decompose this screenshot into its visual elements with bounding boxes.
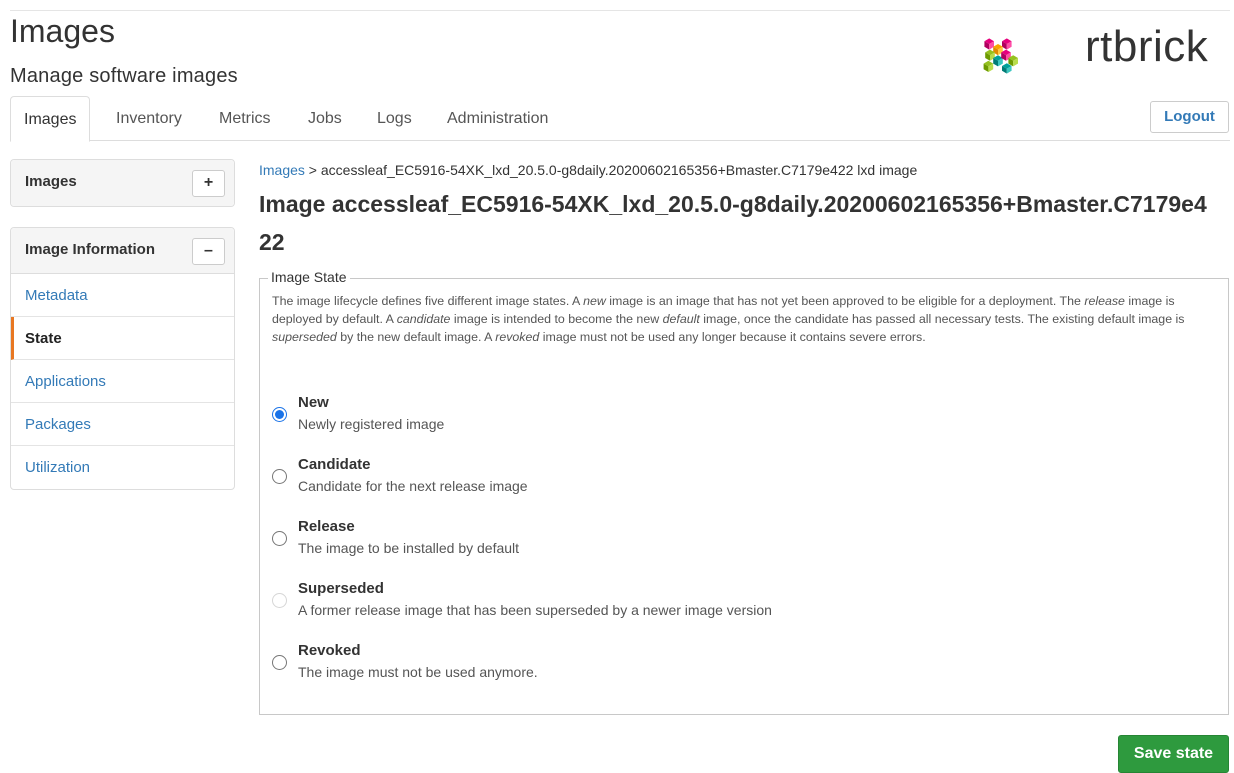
sidebar-item-utilization[interactable]: Utilization bbox=[11, 446, 234, 489]
page-subtitle: Manage software images bbox=[10, 65, 238, 87]
rtbrick-cube-logo-icon bbox=[983, 38, 1018, 74]
option-description: The image must not be used anymore. bbox=[298, 664, 538, 680]
breadcrumb: Images > accessleaf_EC5916-54XK_lxd_20.5… bbox=[259, 162, 917, 178]
sidebar-item-packages[interactable]: Packages bbox=[11, 403, 234, 446]
option-description: A former release image that has been sup… bbox=[298, 602, 772, 618]
page-title: Images bbox=[10, 13, 115, 49]
state-option-superseded: Superseded A former release image that h… bbox=[272, 580, 1172, 624]
radio-release[interactable] bbox=[272, 531, 287, 546]
option-title: New bbox=[298, 394, 329, 411]
state-option-revoked[interactable]: Revoked The image must not be used anymo… bbox=[272, 642, 1172, 686]
option-title: Revoked bbox=[298, 642, 361, 659]
breadcrumb-separator: > bbox=[304, 162, 321, 178]
option-title: Candidate bbox=[298, 456, 371, 473]
option-description: The image to be installed by default bbox=[298, 540, 520, 556]
image-state-legend: Image State bbox=[268, 269, 350, 285]
tab-logs[interactable]: Logs bbox=[364, 96, 425, 141]
images-panel: Images + bbox=[10, 159, 235, 207]
image-information-panel: Image Information – Metadata State Appli… bbox=[10, 227, 235, 490]
option-description: Candidate for the next release image bbox=[298, 478, 528, 494]
radio-new[interactable] bbox=[272, 407, 287, 422]
radio-candidate[interactable] bbox=[272, 469, 287, 484]
images-panel-title: Images bbox=[25, 173, 77, 190]
sidebar-item-metadata[interactable]: Metadata bbox=[11, 274, 234, 317]
breadcrumb-current: accessleaf_EC5916-54XK_lxd_20.5.0-g8dail… bbox=[320, 162, 918, 178]
state-option-candidate[interactable]: Candidate Candidate for the next release… bbox=[272, 456, 1172, 500]
main-nav-tabs: Images Inventory Metrics Jobs Logs Admin… bbox=[10, 96, 1230, 142]
tab-inventory[interactable]: Inventory bbox=[103, 96, 195, 141]
image-state-description: The image lifecycle defines five differe… bbox=[272, 294, 1185, 344]
brand-name: rtbrick bbox=[1085, 22, 1209, 71]
state-option-new[interactable]: New Newly registered image bbox=[272, 394, 1172, 438]
image-state-fieldset: Image State The image lifecycle defines … bbox=[259, 269, 1229, 715]
collapse-image-information-button[interactable]: – bbox=[192, 238, 225, 265]
save-state-button[interactable]: Save state bbox=[1118, 735, 1229, 773]
top-divider bbox=[10, 10, 1230, 11]
sidebar-item-applications[interactable]: Applications bbox=[11, 360, 234, 403]
breadcrumb-images-link[interactable]: Images bbox=[259, 162, 305, 178]
radio-superseded bbox=[272, 593, 287, 608]
image-title: Image accessleaf_EC5916-54XK_lxd_20.5.0-… bbox=[259, 191, 1207, 255]
logout-button[interactable]: Logout bbox=[1150, 101, 1229, 133]
tab-metrics[interactable]: Metrics bbox=[206, 96, 284, 141]
sidebar-item-state[interactable]: State bbox=[11, 317, 234, 360]
tab-images[interactable]: Images bbox=[10, 96, 91, 142]
tab-administration[interactable]: Administration bbox=[434, 96, 561, 141]
option-title: Release bbox=[298, 518, 355, 535]
expand-images-button[interactable]: + bbox=[192, 170, 225, 197]
state-option-release[interactable]: Release The image to be installed by def… bbox=[272, 518, 1172, 562]
image-information-title: Image Information bbox=[25, 241, 156, 258]
option-description: Newly registered image bbox=[298, 416, 445, 432]
option-title: Superseded bbox=[298, 580, 384, 597]
radio-revoked[interactable] bbox=[272, 655, 287, 670]
tab-jobs[interactable]: Jobs bbox=[295, 96, 355, 141]
